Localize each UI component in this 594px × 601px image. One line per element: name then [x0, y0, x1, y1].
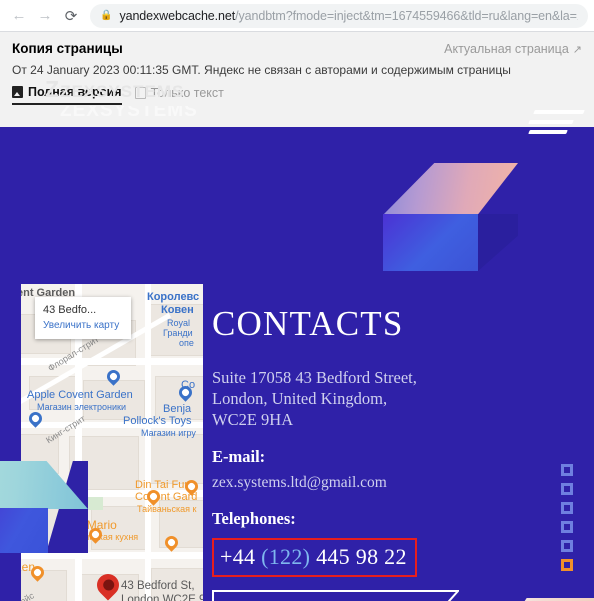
map-label: Covent Gard [135, 491, 198, 503]
forward-icon[interactable]: → [32, 3, 58, 29]
address-bar[interactable]: 🔒 yandexwebcache.net/yandbtm?fmode=injec… [90, 3, 588, 28]
cache-notice-bar: ZZEXSYSTEMS Копия страницы Актуальная ст… [0, 32, 594, 106]
telephones-label: Telephones: [212, 509, 296, 528]
map-label: Pollock's Toys [123, 415, 192, 427]
actual-page-label: Актуальная страница [444, 42, 569, 56]
phone-number: +44 (122) 445 98 22 [220, 544, 407, 569]
decorative-square-accent [561, 559, 573, 571]
decorative-square-column [561, 464, 573, 571]
tell-us-about-project-button[interactable]: Tell us about your project [212, 590, 459, 601]
reload-icon[interactable]: ⟳ [58, 3, 84, 29]
map-label: Магазин электроники [37, 402, 127, 412]
map-label: Королевс [147, 291, 200, 303]
url-text: yandexwebcache.net/yandbtm?fmode=inject&… [119, 9, 578, 23]
watermark-page: ZEXSYSTEMS [60, 106, 198, 121]
cache-header-row: Копия страницы Актуальная страница ↗ [12, 41, 582, 56]
decorative-cube-top [383, 163, 518, 271]
map-label: Apple Covent Garden [27, 389, 133, 401]
external-link-icon: ↗ [572, 43, 582, 56]
decorative-square [561, 521, 573, 533]
decorative-square [561, 483, 573, 495]
cache-title: Копия страницы [12, 41, 123, 56]
company-address: Suite 17058 43 Bedford Street, London, U… [212, 368, 417, 429]
phone-number-highlight[interactable]: +44 (122) 445 98 22 [212, 538, 417, 577]
email-value[interactable]: zex.systems.ltd@gmail.com [212, 474, 512, 492]
decorative-cube-left [0, 461, 88, 553]
map-tooltip[interactable]: 43 Bedfo... Увеличить карту [35, 297, 131, 339]
map-label: Benja [163, 403, 192, 415]
map-label: Тайваньская к [137, 504, 197, 514]
map-label: Магазин игру [141, 428, 196, 438]
page-title: CONTACTS [212, 304, 404, 343]
decorative-square [561, 464, 573, 476]
actual-page-link[interactable]: Актуальная страница ↗ [444, 42, 582, 56]
url-path: /yandbtm?fmode=inject&tm=1674559466&tld=… [235, 8, 578, 23]
map-marker-address: 43 Bedford St, London WC2E 9HA [121, 580, 203, 601]
location-map[interactable]: ent Garden Королевс Ковен Royal Гранди о… [21, 284, 203, 601]
decorative-square [561, 540, 573, 552]
map-label: опе [179, 338, 194, 348]
browser-toolbar: ← → ⟳ 🔒 yandexwebcache.net/yandbtm?fmode… [0, 0, 594, 31]
map-label: Ковен [161, 304, 194, 316]
cached-page-content: ZEXSYSTEMS ent Garden Королевс Ковен Roy… [0, 106, 594, 601]
hamburger-menu-icon[interactable] [528, 110, 585, 144]
url-domain: yandexwebcache.net [119, 8, 236, 23]
map-tooltip-title: 43 Bedfo... [43, 304, 97, 316]
lock-icon: 🔒 [100, 10, 113, 21]
back-icon[interactable]: ← [6, 3, 32, 29]
decorative-square [561, 502, 573, 514]
watermark-header: ZZEXSYSTEMS [45, 76, 185, 102]
contacts-section: CONTACTS Suite 17058 43 Bedford Street, … [212, 304, 512, 601]
email-label: E-mail: [212, 447, 266, 466]
image-icon [12, 86, 23, 98]
cache-date-text: От 24 January 2023 00:11:35 GMT. Яндекс … [12, 63, 511, 77]
map-enlarge-link[interactable]: Увеличить карту [43, 320, 123, 331]
